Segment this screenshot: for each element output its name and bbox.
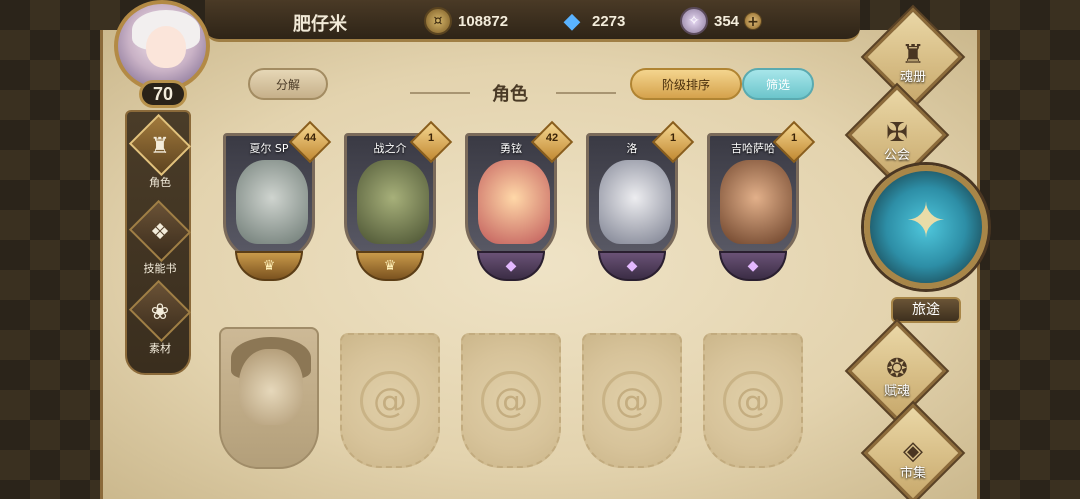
player-avatar[interactable]: 70 [104,0,220,110]
swirl-icon: @ [481,370,541,431]
left-nav-item-characters[interactable]: ♜ 角色 [128,113,192,190]
character-card[interactable]: 勇铉 42 ◆ [461,120,574,283]
character-card[interactable]: 洛 1 ◆ [582,120,695,283]
journey-label: 旅途 [891,297,961,323]
left-nav: ♜ 角色 ❖ 技能书 ❀ 素材 [125,110,192,375]
left-nav-item-materials[interactable]: ❀ 素材 [128,279,192,356]
gem-icon: ✧ [680,7,708,35]
right-nav-soul-book[interactable]: ♜ 魂册 [863,7,963,107]
right-nav-label: 市集 [899,466,926,481]
character-card[interactable]: 夏尔 SP 44 ♛ [219,120,332,283]
materials-icon: ❀ [150,300,170,325]
locked-portrait-face [239,349,303,425]
empty-slot: @ [340,333,440,468]
helmet-icon: ♜ [150,134,170,159]
character-portrait [720,160,792,244]
right-nav-label: 公会 [883,148,910,163]
left-nav-item-skill-books[interactable]: ❖ 技能书 [128,199,192,276]
left-nav-label: 角色 [149,176,171,189]
gold-rank-emblem-icon: ♛ [356,251,424,281]
crystal-resource: ◆ 2273 [558,8,626,34]
crystal-icon: ◆ [563,8,581,34]
character-level: 42 [545,132,559,144]
right-nav-label: 赋魂 [883,384,910,399]
left-nav-label: 技能书 [143,262,177,275]
player-level-badge: 70 [139,80,187,108]
crystal-amount: 2273 [592,12,626,30]
left-nav-label: 素材 [149,342,171,355]
empty-slot: @ [582,333,682,468]
character-portrait [478,160,550,244]
add-gems-button[interactable]: + [744,12,763,30]
right-nav-label: 魂册 [899,70,926,85]
gold-rank-emblem-icon: ♛ [235,251,303,281]
character-card[interactable]: 吉哈萨哈 1 ◆ [703,120,816,283]
decompose-button[interactable]: 分解 [248,68,328,100]
coin-resource: ¤ 108872 [424,7,509,35]
journey-emblem-icon: ✦ [905,193,947,249]
avatar-face [146,26,186,68]
character-portrait [236,160,308,244]
character-portrait [357,160,429,244]
swirl-icon: @ [360,370,420,431]
empty-slot: @ [703,333,803,468]
sort-by-rank-button[interactable]: 阶级排序 [630,68,742,100]
swirl-icon: @ [723,370,783,431]
avatar [114,0,210,92]
purple-rank-emblem-icon: ◆ [598,251,666,281]
right-nav-market[interactable]: ◈ 市集 [863,403,963,499]
locked-character-card[interactable] [219,327,319,469]
book-icon: ❖ [150,220,170,245]
purple-rank-emblem-icon: ◆ [477,251,545,281]
filter-button[interactable]: 筛选 [742,68,814,100]
character-level: 44 [303,132,317,144]
gem-amount: 354 [714,12,740,30]
character-level: 1 [427,132,435,144]
character-level: 1 [790,132,798,144]
character-portrait [599,160,671,244]
purple-rank-emblem-icon: ◆ [719,251,787,281]
title-ornament-right [556,92,616,94]
journey-button[interactable]: ✦ 旅途 [864,165,988,325]
gem-resource: ✧ 354 + [680,7,763,35]
right-nav-soul-imbue[interactable]: ❂ 赋魂 [847,321,947,421]
swirl-icon: @ [602,370,662,431]
empty-slot: @ [461,333,561,468]
coin-amount: 108872 [458,12,509,30]
coin-icon: ¤ [424,7,452,35]
character-level: 1 [669,132,677,144]
character-card[interactable]: 战之介 1 ♛ [340,120,453,283]
player-name: 肥仔米 [293,14,347,35]
